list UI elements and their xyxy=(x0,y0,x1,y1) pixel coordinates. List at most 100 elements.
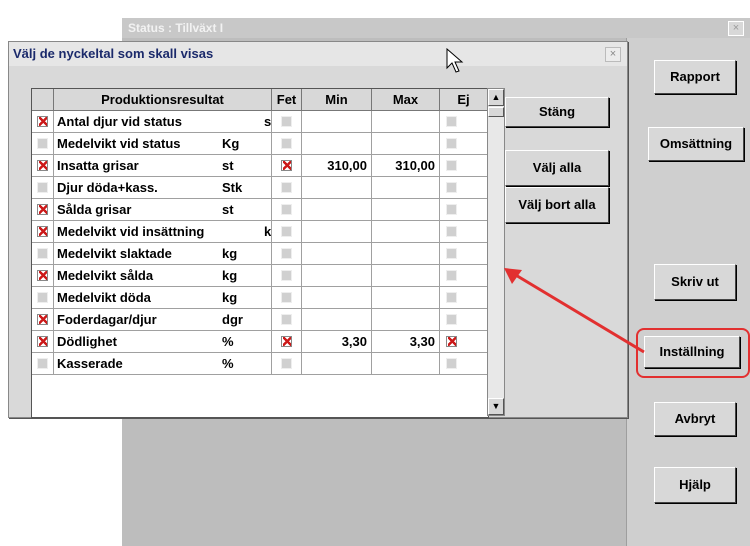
row-ej-cell[interactable] xyxy=(440,177,488,199)
fet-unchecked-icon[interactable] xyxy=(281,314,292,325)
cancel-button[interactable]: Avbryt xyxy=(654,402,736,436)
ej-unchecked-icon[interactable] xyxy=(446,270,457,281)
row-min-cell[interactable]: 310,00 xyxy=(302,155,372,177)
row-fet-cell[interactable] xyxy=(272,331,302,353)
row-min-cell[interactable] xyxy=(302,133,372,155)
row-min-cell[interactable] xyxy=(302,243,372,265)
row-min-cell[interactable] xyxy=(302,199,372,221)
unchecked-checkbox-icon[interactable] xyxy=(37,358,48,369)
fet-unchecked-icon[interactable] xyxy=(281,248,292,259)
close-button[interactable]: Stäng xyxy=(505,97,609,127)
row-ej-cell[interactable] xyxy=(440,309,488,331)
row-fet-cell[interactable] xyxy=(272,287,302,309)
row-min-cell[interactable]: 3,30 xyxy=(302,331,372,353)
ej-unchecked-icon[interactable] xyxy=(446,204,457,215)
row-check-cell[interactable] xyxy=(32,331,54,353)
row-check-cell[interactable] xyxy=(32,199,54,221)
row-fet-cell[interactable] xyxy=(272,133,302,155)
table-row[interactable]: Djur döda+kass. Stk xyxy=(32,177,488,199)
fet-unchecked-icon[interactable] xyxy=(281,138,292,149)
unchecked-checkbox-icon[interactable] xyxy=(37,292,48,303)
checked-checkbox-icon[interactable] xyxy=(37,116,48,127)
row-fet-cell[interactable] xyxy=(272,177,302,199)
row-ej-cell[interactable] xyxy=(440,331,488,353)
row-ej-cell[interactable] xyxy=(440,243,488,265)
background-close-icon[interactable]: × xyxy=(728,21,744,36)
row-max-cell[interactable] xyxy=(372,199,440,221)
help-button[interactable]: Hjälp xyxy=(654,467,736,503)
report-button[interactable]: Rapport xyxy=(654,60,736,94)
header-min[interactable]: Min xyxy=(302,89,372,111)
row-max-cell[interactable] xyxy=(372,287,440,309)
ej-checked-icon[interactable] xyxy=(446,336,457,347)
fet-unchecked-icon[interactable] xyxy=(281,292,292,303)
table-row[interactable]: Dödlighet % 3,30 3,30 xyxy=(32,331,488,353)
table-row[interactable]: Kasserade % xyxy=(32,353,488,375)
row-max-cell[interactable] xyxy=(372,133,440,155)
table-row[interactable]: Foderdagar/djur dgr xyxy=(32,309,488,331)
table-row[interactable]: Antal djur vid status st xyxy=(32,111,488,133)
unchecked-checkbox-icon[interactable] xyxy=(37,248,48,259)
print-button[interactable]: Skriv ut xyxy=(654,264,736,300)
ej-unchecked-icon[interactable] xyxy=(446,226,457,237)
row-max-cell[interactable] xyxy=(372,221,440,243)
row-max-cell[interactable] xyxy=(372,309,440,331)
row-min-cell[interactable] xyxy=(302,309,372,331)
ej-unchecked-icon[interactable] xyxy=(446,314,457,325)
row-min-cell[interactable] xyxy=(302,221,372,243)
checked-checkbox-icon[interactable] xyxy=(37,226,48,237)
table-row[interactable]: Medelvikt döda kg xyxy=(32,287,488,309)
dialog-close-icon[interactable]: × xyxy=(605,47,621,62)
header-fet[interactable]: Fet xyxy=(272,89,302,111)
row-max-cell[interactable] xyxy=(372,243,440,265)
select-all-button[interactable]: Välj alla xyxy=(505,150,609,186)
header-produktionsresultat[interactable]: Produktionsresultat xyxy=(54,89,272,111)
header-max[interactable]: Max xyxy=(372,89,440,111)
ej-unchecked-icon[interactable] xyxy=(446,160,457,171)
table-row[interactable]: Medelvikt vid insättning kg xyxy=(32,221,488,243)
row-ej-cell[interactable] xyxy=(440,111,488,133)
table-row[interactable]: Medelvikt slaktade kg xyxy=(32,243,488,265)
fet-checked-icon[interactable] xyxy=(281,160,292,171)
row-max-cell[interactable] xyxy=(372,353,440,375)
row-check-cell[interactable] xyxy=(32,221,54,243)
table-row[interactable]: Medelvikt sålda kg xyxy=(32,265,488,287)
row-fet-cell[interactable] xyxy=(272,111,302,133)
unchecked-checkbox-icon[interactable] xyxy=(37,138,48,149)
row-min-cell[interactable] xyxy=(302,353,372,375)
row-fet-cell[interactable] xyxy=(272,265,302,287)
table-row[interactable]: Insatta grisar st 310,00 310,00 xyxy=(32,155,488,177)
row-fet-cell[interactable] xyxy=(272,199,302,221)
fet-unchecked-icon[interactable] xyxy=(281,226,292,237)
unchecked-checkbox-icon[interactable] xyxy=(37,182,48,193)
table-row[interactable]: Medelvikt vid status Kg xyxy=(32,133,488,155)
row-max-cell[interactable] xyxy=(372,111,440,133)
fet-unchecked-icon[interactable] xyxy=(281,116,292,127)
row-max-cell[interactable]: 310,00 xyxy=(372,155,440,177)
fet-unchecked-icon[interactable] xyxy=(281,358,292,369)
fet-unchecked-icon[interactable] xyxy=(281,182,292,193)
row-ej-cell[interactable] xyxy=(440,133,488,155)
ej-unchecked-icon[interactable] xyxy=(446,138,457,149)
row-check-cell[interactable] xyxy=(32,155,54,177)
row-max-cell[interactable]: 3,30 xyxy=(372,331,440,353)
row-check-cell[interactable] xyxy=(32,309,54,331)
fet-unchecked-icon[interactable] xyxy=(281,270,292,281)
checked-checkbox-icon[interactable] xyxy=(37,336,48,347)
row-ej-cell[interactable] xyxy=(440,287,488,309)
row-fet-cell[interactable] xyxy=(272,243,302,265)
ej-unchecked-icon[interactable] xyxy=(446,292,457,303)
ej-unchecked-icon[interactable] xyxy=(446,182,457,193)
row-min-cell[interactable] xyxy=(302,265,372,287)
row-check-cell[interactable] xyxy=(32,243,54,265)
checked-checkbox-icon[interactable] xyxy=(37,204,48,215)
row-ej-cell[interactable] xyxy=(440,265,488,287)
scroll-up-icon[interactable]: ▲ xyxy=(488,89,504,106)
row-check-cell[interactable] xyxy=(32,133,54,155)
scroll-thumb[interactable] xyxy=(488,107,504,117)
row-min-cell[interactable] xyxy=(302,111,372,133)
ej-unchecked-icon[interactable] xyxy=(446,248,457,259)
row-check-cell[interactable] xyxy=(32,353,54,375)
deselect-all-button[interactable]: Välj bort alla xyxy=(505,187,609,223)
ej-unchecked-icon[interactable] xyxy=(446,116,457,127)
